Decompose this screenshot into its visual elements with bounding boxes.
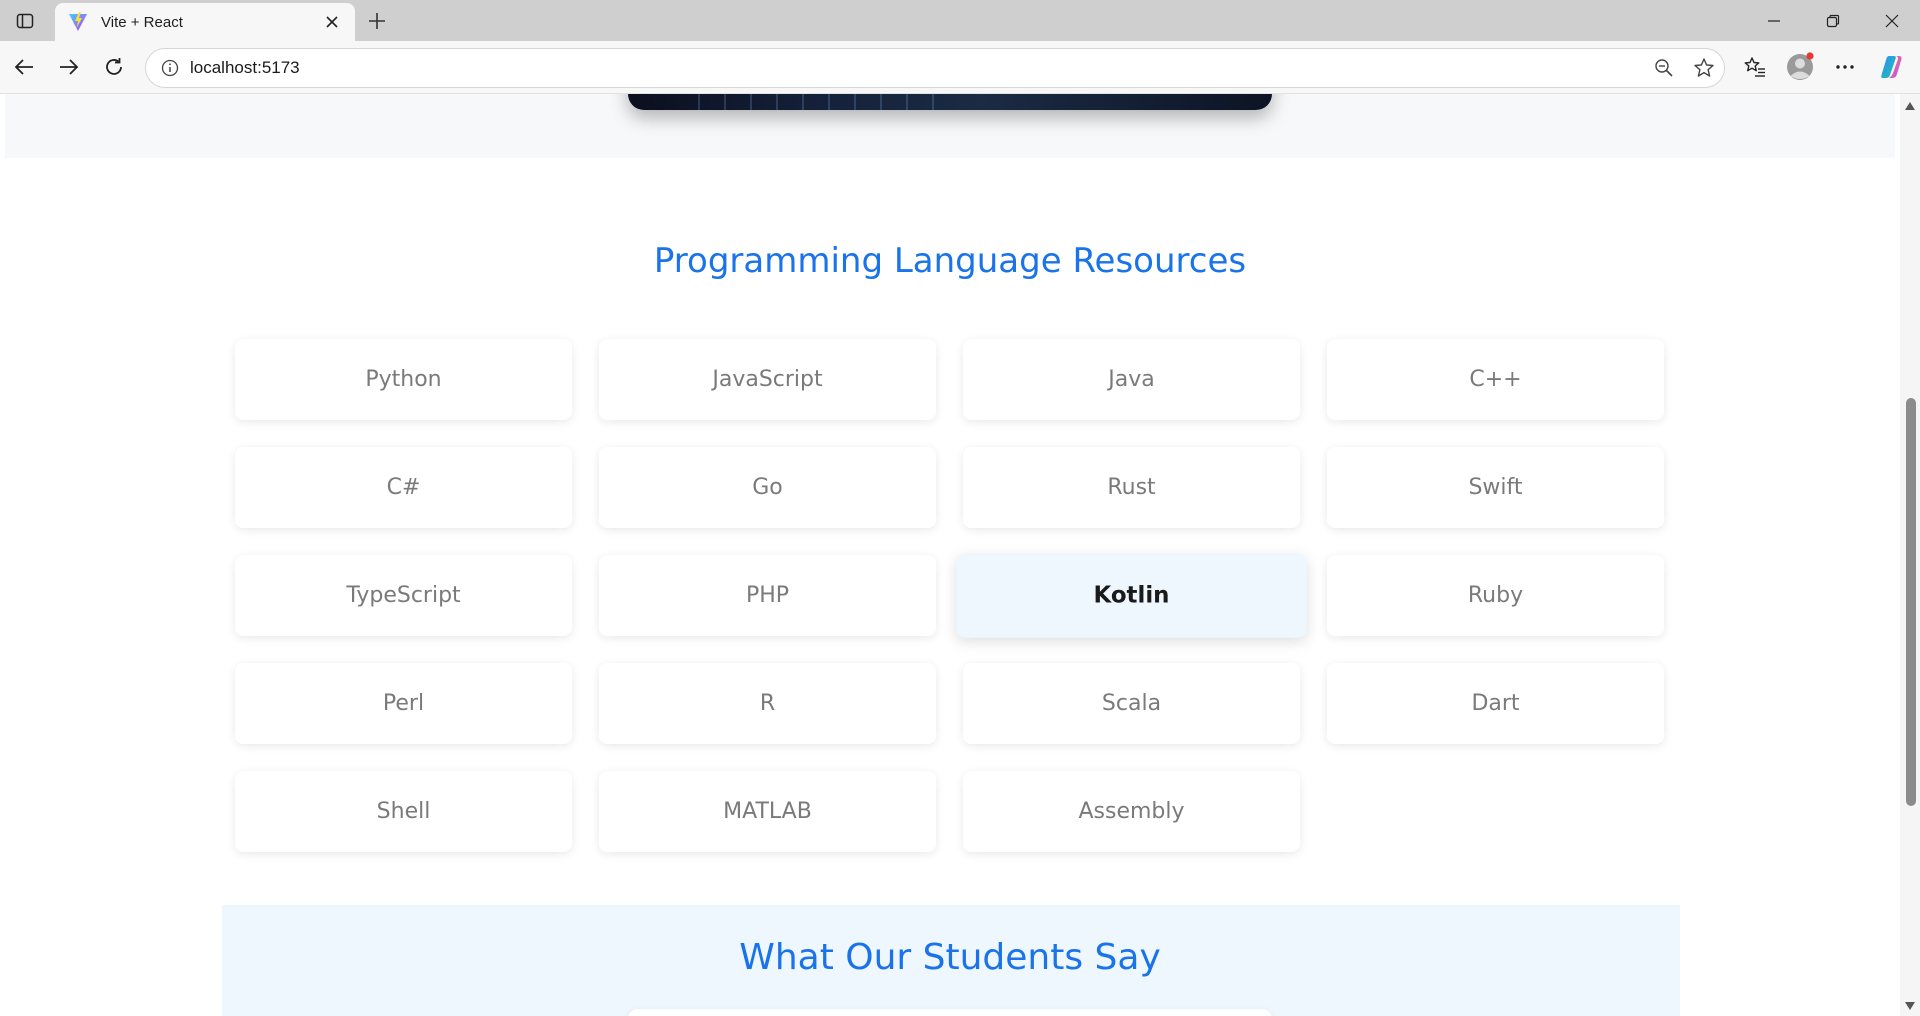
language-card-dart[interactable]: Dart — [1327, 663, 1664, 744]
language-card-ruby[interactable]: Ruby — [1327, 555, 1664, 636]
browser-tab-bar: Vite + React — [0, 0, 1920, 41]
vite-logo-icon — [67, 11, 89, 33]
testimonials-title: What Our Students Say — [739, 937, 1161, 978]
language-card-java[interactable]: Java — [963, 339, 1300, 420]
address-bar[interactable]: localhost:5173 — [145, 48, 1725, 88]
language-card-scala[interactable]: Scala — [963, 663, 1300, 744]
copilot-icon[interactable] — [1872, 49, 1912, 85]
language-card-c[interactable]: C++ — [1327, 339, 1664, 420]
star-icon[interactable] — [1684, 50, 1724, 86]
close-icon[interactable] — [321, 11, 343, 33]
browser-tab[interactable]: Vite + React — [55, 3, 355, 41]
language-card-rust[interactable]: Rust — [963, 447, 1300, 528]
language-card-shell[interactable]: Shell — [235, 771, 572, 852]
page-viewport: Programming Language Resources Python Jav… — [0, 94, 1900, 1016]
arrow-right-icon[interactable] — [51, 49, 87, 85]
minimize-icon[interactable] — [1746, 0, 1802, 41]
language-card-python[interactable]: Python — [235, 339, 572, 420]
scroll-up-icon[interactable] — [1904, 100, 1916, 112]
browser-toolbar: localhost:5173 — [0, 41, 1920, 94]
scroll-down-icon[interactable] — [1904, 1000, 1916, 1012]
language-card-javascript[interactable]: JavaScript — [599, 339, 936, 420]
profile-icon[interactable] — [1780, 49, 1820, 85]
arrow-left-icon[interactable] — [6, 49, 42, 85]
testimonial-card — [628, 1009, 1272, 1016]
language-card-assembly[interactable]: Assembly — [963, 771, 1300, 852]
language-card-c[interactable]: C# — [235, 447, 572, 528]
language-card-go[interactable]: Go — [599, 447, 936, 528]
tab-actions-icon[interactable] — [8, 6, 42, 36]
language-card-perl[interactable]: Perl — [235, 663, 572, 744]
scroll-thumb[interactable] — [1906, 398, 1916, 806]
language-card-kotlin[interactable]: Kotlin — [956, 553, 1307, 638]
favorites-list-icon[interactable] — [1735, 49, 1775, 85]
language-card-r[interactable]: R — [599, 663, 936, 744]
tab-title: Vite + React — [101, 13, 183, 31]
language-card-php[interactable]: PHP — [599, 555, 936, 636]
restore-icon[interactable] — [1805, 0, 1861, 41]
language-grid: Python JavaScript Java C++ C# Go Rust Swift Type… — [235, 339, 1665, 852]
language-card-swift[interactable]: Swift — [1327, 447, 1664, 528]
refresh-icon[interactable] — [96, 49, 132, 85]
close-window-icon[interactable] — [1864, 0, 1920, 41]
more-icon[interactable] — [1825, 49, 1865, 85]
languages-title: Programming Language Resources — [653, 241, 1247, 281]
zoom-out-icon[interactable] — [1644, 50, 1684, 86]
info-icon[interactable] — [150, 59, 190, 77]
scrollbar[interactable] — [1900, 94, 1920, 1016]
hero-image — [628, 94, 1272, 110]
language-card-typescript[interactable]: TypeScript — [235, 555, 572, 636]
plus-icon[interactable] — [362, 6, 392, 36]
language-card-matlab[interactable]: MATLAB — [599, 771, 936, 852]
url-text[interactable]: localhost:5173 — [190, 58, 1644, 78]
